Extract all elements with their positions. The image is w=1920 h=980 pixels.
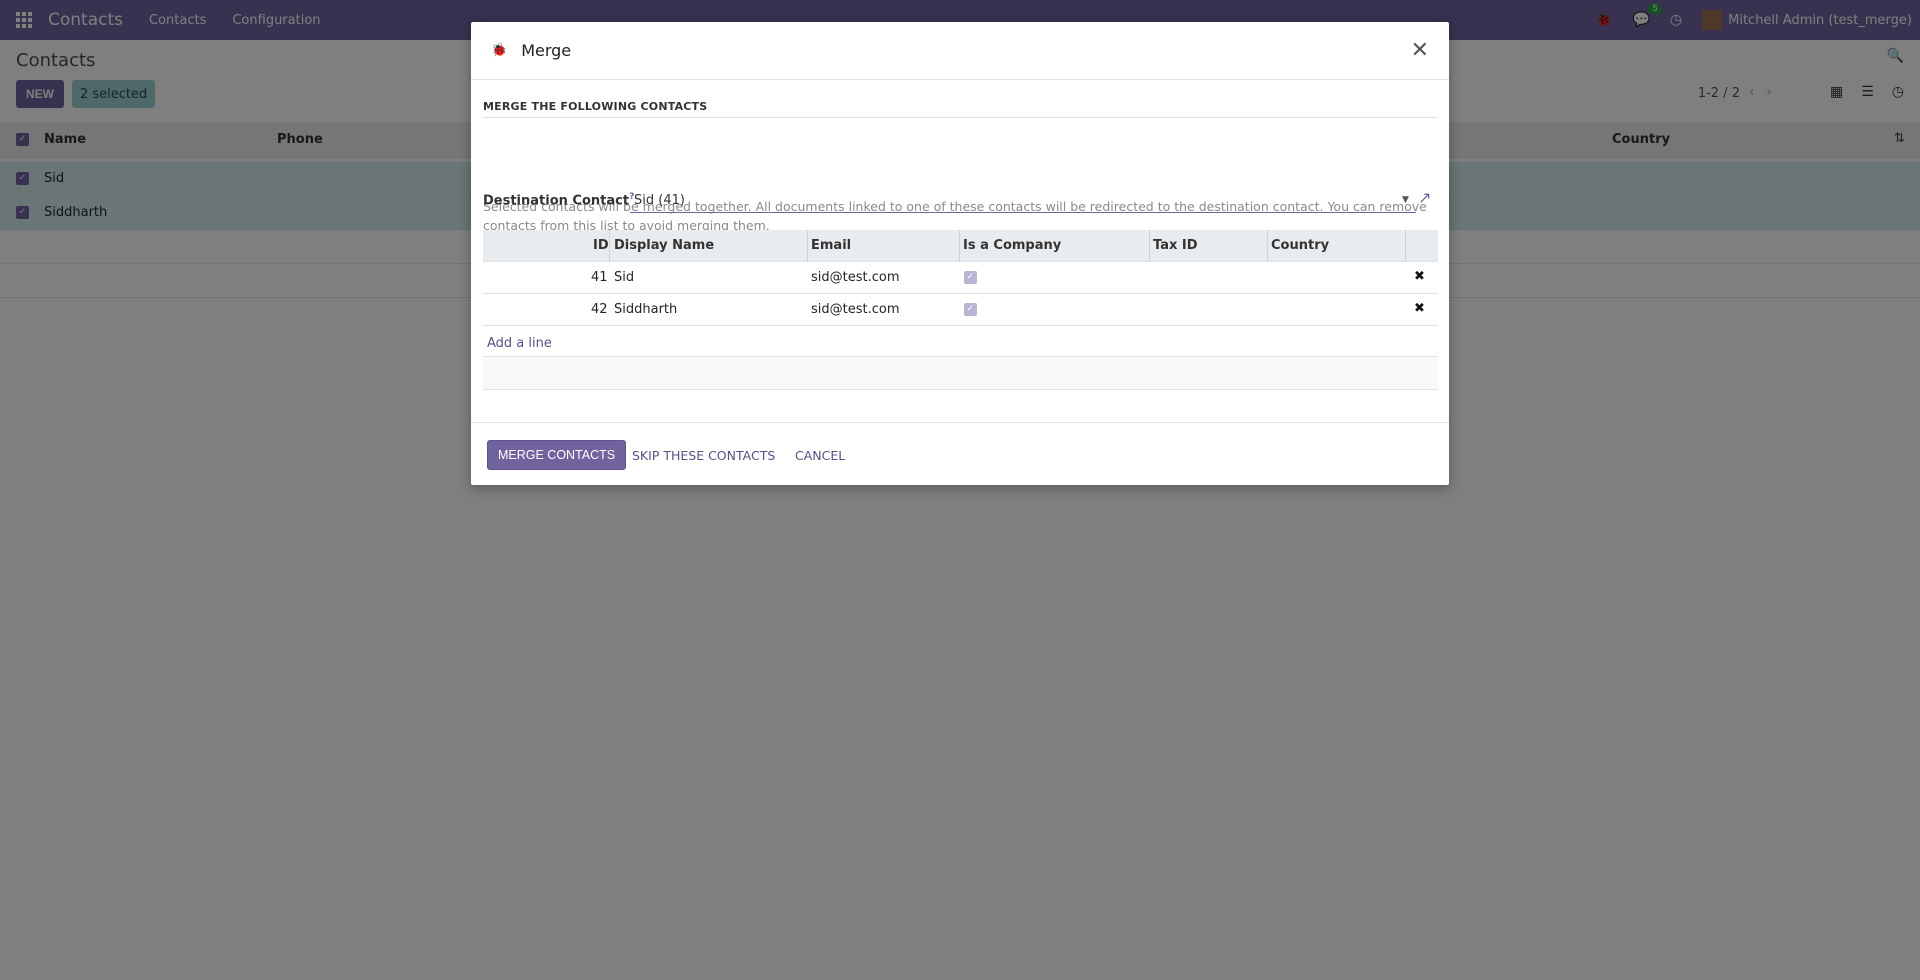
section-divider (483, 117, 1437, 118)
chevron-down-icon[interactable]: ▼ (1402, 195, 1409, 205)
table-row[interactable]: 42 Siddharth sid@test.com ✓ ✖ (483, 294, 1438, 326)
table-row[interactable]: 41 Sid sid@test.com ✓ ✖ (483, 262, 1438, 294)
column-header-id[interactable]: ID (593, 238, 609, 253)
row-id: 41 (591, 270, 608, 285)
modal-body: MERGE THE FOLLOWING CONTACTS Selected co… (471, 80, 1449, 424)
column-separator (1405, 230, 1406, 262)
close-icon[interactable]: ✕ (1411, 38, 1429, 63)
table-footer-area (483, 356, 1438, 390)
column-header-tax-id[interactable]: Tax ID (1153, 238, 1198, 253)
column-separator (1267, 230, 1268, 262)
column-header-country[interactable]: Country (1271, 238, 1329, 253)
column-header-email[interactable]: Email (811, 238, 851, 253)
skip-contacts-button[interactable]: SKIP THESE CONTACTS (632, 440, 775, 470)
row-display-name: Siddharth (614, 302, 678, 317)
bug-icon: 🐞 (491, 43, 508, 58)
merge-dialog: 🐞 Merge ✕ MERGE THE FOLLOWING CONTACTS S… (471, 22, 1449, 485)
section-title: MERGE THE FOLLOWING CONTACTS (483, 100, 708, 113)
merge-contacts-button[interactable]: MERGE CONTACTS (487, 440, 627, 470)
column-separator (1149, 230, 1150, 262)
modal-footer: MERGE CONTACTS SKIP THESE CONTACTS CANCE… (471, 422, 1449, 485)
external-link-icon[interactable]: ↗ (1418, 188, 1431, 207)
destination-label-text: Destination Contact (483, 193, 630, 209)
modal-header: 🐞 Merge ✕ (471, 22, 1449, 80)
contacts-table-header: ID Display Name Email Is a Company Tax I… (483, 230, 1438, 262)
add-line-link[interactable]: Add a line (487, 336, 552, 351)
destination-contact-input[interactable]: Sid (41) (630, 189, 1416, 213)
row-display-name: Sid (614, 270, 635, 285)
row-email: sid@test.com (811, 302, 900, 317)
column-separator (959, 230, 960, 262)
row-id: 42 (591, 302, 608, 317)
remove-row-icon[interactable]: ✖ (1414, 301, 1425, 316)
column-header-display-name[interactable]: Display Name (614, 238, 714, 253)
column-header-is-company[interactable]: Is a Company (963, 238, 1061, 253)
row-email: sid@test.com (811, 270, 900, 285)
remove-row-icon[interactable]: ✖ (1414, 269, 1425, 284)
column-separator (807, 230, 808, 262)
modal-title: Merge (521, 41, 572, 60)
is-company-checkbox: ✓ (964, 271, 977, 284)
cancel-button[interactable]: CANCEL (795, 440, 845, 470)
destination-contact-label: Destination Contact? (483, 192, 634, 208)
is-company-checkbox: ✓ (964, 303, 977, 316)
column-separator (609, 230, 610, 262)
